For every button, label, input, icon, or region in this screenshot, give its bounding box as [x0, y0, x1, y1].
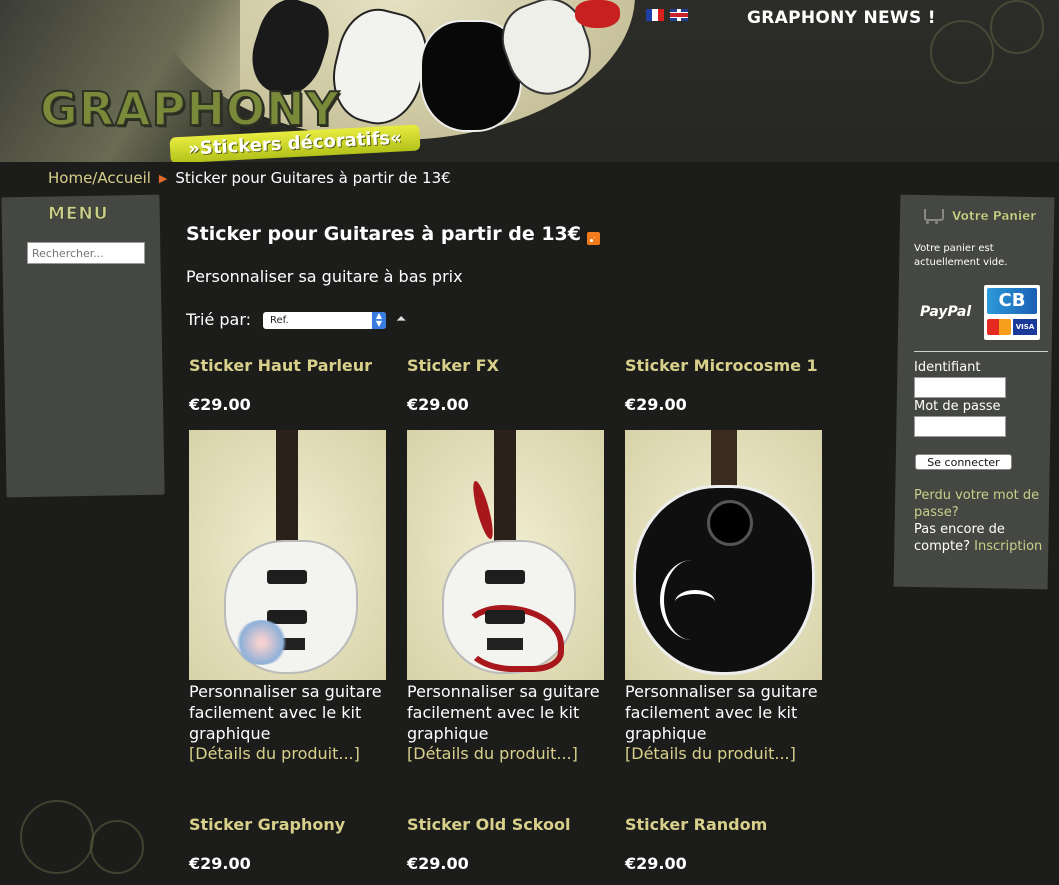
product-name-link[interactable]: Sticker Graphony [189, 815, 399, 834]
product-card: Sticker Microcosme 1 €29.00 Personnalise… [625, 356, 835, 763]
header: GRAPHONY »Stickers décoratifs« GRAPHONY … [0, 0, 1059, 162]
product-description: Personnaliser sa guitare facilement avec… [189, 682, 382, 743]
paypal-logo: PayPal [920, 304, 972, 320]
signup-link[interactable]: Inscription [974, 539, 1042, 554]
product-price: €29.00 [407, 854, 469, 873]
product-card: Sticker Graphony €29.00 [189, 815, 399, 873]
product-card: Sticker Old Sckool €29.00 [407, 815, 617, 873]
breadcrumb: Home/Accueil ▶ Sticker pour Guitares à p… [48, 169, 451, 187]
guitar-bridge [487, 638, 523, 650]
product-card: Sticker FX €29.00 Personnaliser sa guita… [407, 356, 617, 763]
cart-title: Votre Panier [920, 207, 1036, 225]
divider [914, 351, 1048, 352]
guitar-pickup [485, 570, 525, 584]
password-input[interactable] [914, 416, 1006, 437]
product-name-link[interactable]: Sticker FX [407, 356, 617, 375]
product-name-link[interactable]: Sticker Old Sckool [407, 815, 617, 834]
speaker-graphic [234, 620, 289, 665]
product-image[interactable] [625, 430, 822, 680]
sort-order-icon[interactable]: ⏶ [396, 312, 406, 327]
banner-guitar-image [575, 0, 620, 28]
breadcrumb-arrow-icon: ▶ [158, 171, 168, 185]
product-price: €29.00 [407, 395, 469, 414]
product-details-link[interactable]: [Détails du produit...] [189, 744, 399, 763]
rss-icon[interactable] [587, 232, 600, 245]
decor-swirl [990, 0, 1044, 54]
sort-select-value: Ref. [270, 315, 289, 326]
no-account-text: Pas encore de compte? Inscription [914, 521, 1054, 555]
breadcrumb-current: Sticker pour Guitares à partir de 13€ [175, 169, 451, 187]
cart-empty-message: Votre panier est actuellement vide. [914, 243, 1008, 268]
mastercard-icon [987, 319, 1011, 335]
cart-icon [920, 207, 944, 225]
cart-title-text: Votre Panier [952, 209, 1037, 223]
page-subtitle: Personnaliser sa guitare à bas prix [186, 267, 463, 286]
identifiant-label: Identifiant [914, 360, 981, 375]
product-price: €29.00 [625, 854, 687, 873]
menu-panel [1, 194, 165, 498]
product-image[interactable] [407, 430, 604, 680]
password-label: Mot de passe [914, 399, 1001, 414]
news-link[interactable]: GRAPHONY NEWS ! [747, 8, 936, 28]
cb-logo-text: CB [987, 288, 1037, 314]
product-price: €29.00 [189, 395, 251, 414]
menu-title: MENU [48, 204, 109, 225]
sort-select[interactable]: Ref. ▲ ▼ [263, 312, 386, 329]
guitar-pickup [485, 610, 525, 624]
guitar-soundhole [707, 500, 753, 546]
product-card: Sticker Haut Parleur €29.00 Personnalise… [189, 356, 399, 763]
product-name-link[interactable]: Sticker Random [625, 815, 835, 834]
product-image[interactable] [189, 430, 386, 680]
product-description: Personnaliser sa guitare facilement avec… [407, 682, 600, 743]
identifiant-input[interactable] [914, 377, 1006, 398]
search-input[interactable] [27, 242, 145, 264]
flag-fr-icon[interactable] [646, 9, 664, 21]
decor-swirl [90, 820, 144, 874]
product-price: €29.00 [189, 854, 251, 873]
cb-logo: CB VISA [984, 285, 1040, 340]
forgot-password-link[interactable]: Perdu votre mot de passe? [914, 487, 1048, 521]
product-details-link[interactable]: [Détails du produit...] [407, 744, 617, 763]
product-price: €29.00 [625, 395, 687, 414]
product-name-link[interactable]: Sticker Microcosme 1 [625, 356, 835, 375]
flag-gb-icon[interactable] [670, 9, 688, 21]
product-details-link[interactable]: [Détails du produit...] [625, 744, 835, 763]
product-description: Personnaliser sa guitare facilement avec… [625, 682, 818, 743]
floral-graphic [675, 590, 715, 614]
page-title: Sticker pour Guitares à partir de 13€ [186, 222, 600, 245]
breadcrumb-home-link[interactable]: Home/Accueil [48, 169, 151, 187]
product-card: Sticker Random €29.00 [625, 815, 835, 873]
page-title-text: Sticker pour Guitares à partir de 13€ [186, 222, 581, 245]
login-button[interactable]: Se connecter [915, 454, 1012, 470]
visa-icon: VISA [1013, 319, 1037, 335]
language-switcher [646, 9, 688, 21]
decor-swirl [930, 20, 994, 84]
tribal-graphic [469, 479, 497, 541]
sort-label: Trié par: [186, 310, 252, 329]
product-name-link[interactable]: Sticker Haut Parleur [189, 356, 399, 375]
select-arrows-icon: ▲ ▼ [372, 312, 386, 329]
guitar-pickup [267, 570, 307, 584]
banner: GRAPHONY »Stickers décoratifs« [0, 0, 640, 162]
logo[interactable]: GRAPHONY [39, 81, 340, 137]
decor-swirl [20, 800, 94, 874]
